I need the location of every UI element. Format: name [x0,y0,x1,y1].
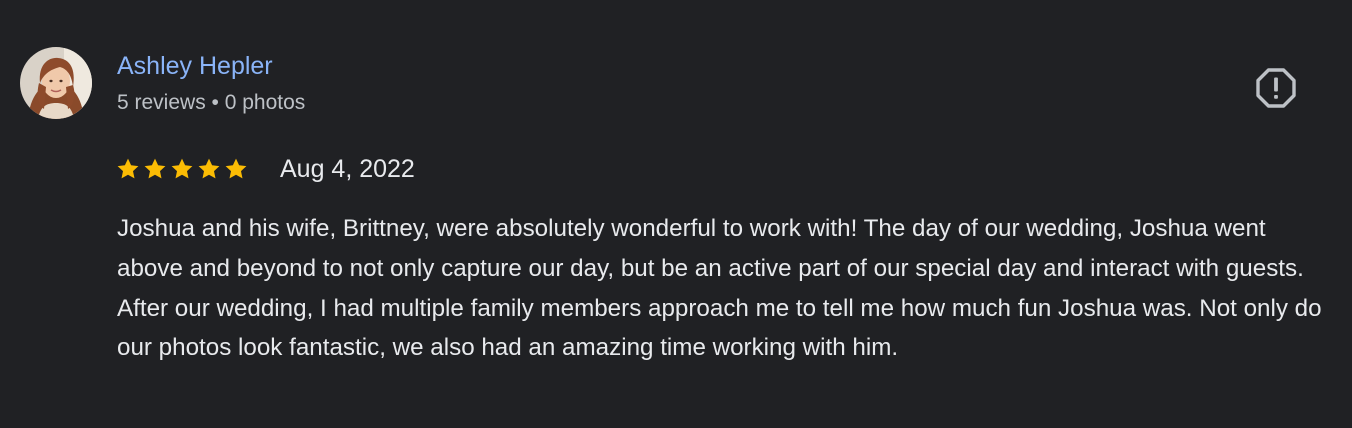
star-icon [144,158,166,179]
review-date: Aug 4, 2022 [280,155,415,183]
report-exclamation-icon [1256,68,1296,108]
review-card: Ashley Hepler 5 reviews • 0 photos Aug 4… [0,0,1352,428]
star-rating [116,154,248,184]
stars-row [116,157,248,181]
review-text: Joshua and his wife, Brittney, were abso… [117,215,1322,362]
author-stats: 5 reviews • 0 photos [117,91,306,114]
report-review-button[interactable] [1254,66,1298,110]
star-icon [198,158,220,179]
star-icon [117,158,139,179]
avatar-photo-icon [20,47,92,119]
star-icon [225,158,247,179]
author-name-link[interactable]: Ashley Hepler [117,51,273,81]
author-avatar[interactable] [20,47,92,119]
star-icon [171,158,193,179]
